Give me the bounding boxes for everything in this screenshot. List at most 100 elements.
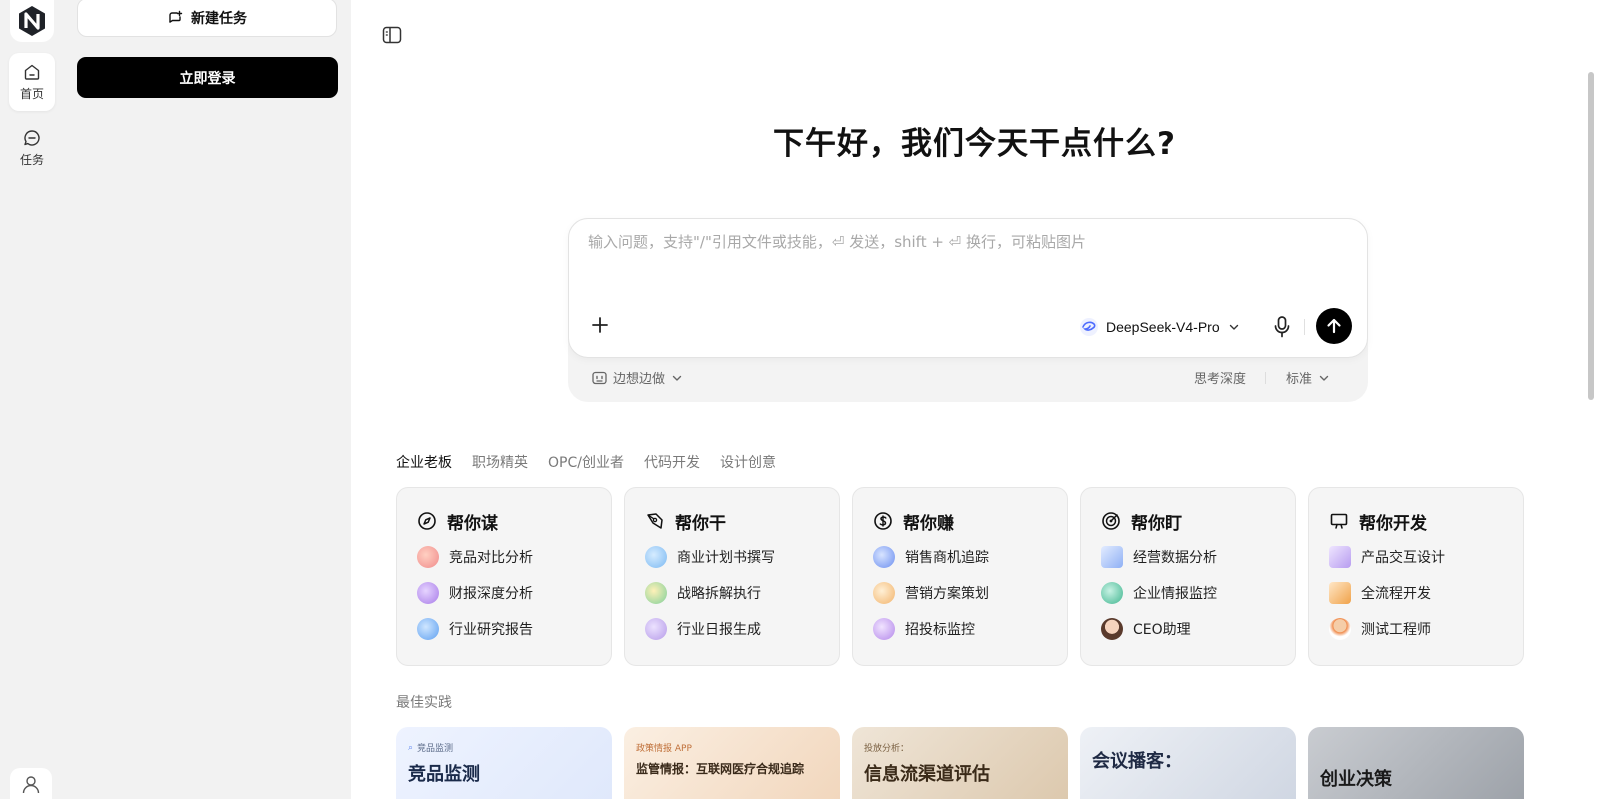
send-button[interactable] bbox=[1316, 308, 1352, 344]
tab-founder[interactable]: OPC/创业者 bbox=[548, 452, 624, 472]
card-item[interactable]: 营销方案策划 bbox=[873, 582, 1047, 604]
card-item-label: 商业计划书撰写 bbox=[677, 550, 775, 566]
depth-selector[interactable]: 标准 bbox=[1286, 368, 1330, 387]
target-icon bbox=[1102, 512, 1120, 530]
card-item[interactable]: 产品交互设计 bbox=[1329, 546, 1503, 568]
card-item-label: 测试工程师 bbox=[1361, 622, 1431, 638]
depth-value: 标准 bbox=[1286, 372, 1313, 387]
card-item-label: 经营数据分析 bbox=[1133, 550, 1217, 566]
card-title: 帮你赚 bbox=[873, 510, 1047, 534]
icon-rail: 首页 任务 bbox=[0, 0, 63, 799]
practice-title: 竞品监测 bbox=[408, 764, 480, 785]
card-item-label: 竞品对比分析 bbox=[449, 550, 533, 566]
card-item-label: 行业研究报告 bbox=[449, 622, 533, 638]
intel-monitor-icon bbox=[1101, 582, 1123, 604]
card-item-label: 企业情报监控 bbox=[1133, 586, 1217, 602]
microphone-icon bbox=[1274, 316, 1290, 338]
card-title: 帮你盯 bbox=[1101, 510, 1275, 534]
plus-icon bbox=[592, 317, 608, 333]
bidding-monitor-icon bbox=[873, 618, 895, 640]
deepseek-icon bbox=[1080, 318, 1098, 336]
tab-professional[interactable]: 职场精英 bbox=[472, 452, 528, 472]
card-title: 帮你开发 bbox=[1329, 510, 1503, 534]
compass-icon bbox=[418, 512, 436, 530]
login-label: 立即登录 bbox=[179, 70, 236, 87]
card-item[interactable]: 全流程开发 bbox=[1329, 582, 1503, 604]
finance-report-icon bbox=[417, 582, 439, 604]
card-item[interactable]: 销售商机追踪 bbox=[873, 546, 1047, 568]
card-title-text: 帮你开发 bbox=[1359, 513, 1427, 534]
mode-selector[interactable]: 边想边做 bbox=[592, 368, 683, 387]
card-item[interactable]: 竞品对比分析 bbox=[417, 546, 591, 568]
chevron-down-icon bbox=[672, 375, 682, 381]
app-logo[interactable] bbox=[10, 0, 54, 42]
attach-button[interactable] bbox=[588, 315, 612, 339]
model-selector[interactable]: DeepSeek-V4-Pro bbox=[1080, 315, 1240, 339]
practice-title: 信息流渠道评估 bbox=[864, 764, 990, 785]
best-practice-gallery: ⌕ 竞品监测 竞品监测 政策情报 APP 监管情报：互联网医疗合规追踪 投放分析：… bbox=[396, 727, 1524, 799]
card-execute: 帮你干 商业计划书撰写 战略拆解执行 行业日报生成 bbox=[624, 487, 840, 666]
dollar-icon bbox=[874, 512, 892, 530]
card-item[interactable]: 企业情报监控 bbox=[1101, 582, 1275, 604]
scrollbar[interactable] bbox=[1588, 72, 1594, 400]
practice-card[interactable]: 会议播客： bbox=[1080, 727, 1296, 799]
sales-tracking-icon bbox=[873, 546, 895, 568]
new-task-button[interactable]: 新建任务 bbox=[77, 0, 337, 37]
tab-design[interactable]: 设计创意 bbox=[720, 452, 776, 472]
fullstack-dev-icon bbox=[1329, 582, 1351, 604]
interaction-design-icon bbox=[1329, 546, 1351, 568]
card-item-label: 销售商机追踪 bbox=[905, 550, 989, 566]
rail-item-home[interactable]: 首页 bbox=[9, 53, 55, 111]
card-item[interactable]: 行业日报生成 bbox=[645, 618, 819, 640]
chat-icon bbox=[24, 129, 40, 146]
card-title-text: 帮你赚 bbox=[903, 513, 954, 534]
side-panel: 新建任务 立即登录 bbox=[63, 0, 351, 799]
chevron-down-icon bbox=[1229, 324, 1238, 330]
practice-card[interactable]: 投放分析： 信息流渠道评估 bbox=[852, 727, 1068, 799]
user-icon bbox=[22, 776, 40, 794]
card-item[interactable]: 测试工程师 bbox=[1329, 618, 1503, 640]
tab-boss[interactable]: 企业老板 bbox=[396, 452, 452, 472]
practice-card[interactable]: 创业决策 bbox=[1308, 727, 1524, 799]
login-button[interactable]: 立即登录 bbox=[77, 57, 338, 98]
user-avatar[interactable] bbox=[10, 768, 52, 799]
card-item-label: 行业日报生成 bbox=[677, 622, 761, 638]
card-plan: 帮你谋 竞品对比分析 财报深度分析 行业研究报告 bbox=[396, 487, 612, 666]
card-item-label: 产品交互设计 bbox=[1361, 550, 1445, 566]
industry-report-icon bbox=[417, 618, 439, 640]
chart-compare-icon bbox=[417, 546, 439, 568]
practice-card[interactable]: ⌕ 竞品监测 竞品监测 bbox=[396, 727, 612, 799]
card-title-text: 帮你谋 bbox=[447, 513, 498, 534]
card-item[interactable]: 经营数据分析 bbox=[1101, 546, 1275, 568]
card-item-label: 财报深度分析 bbox=[449, 586, 533, 602]
mode-label: 边想边做 bbox=[613, 372, 666, 387]
composer-box: DeepSeek-V4-Pro bbox=[568, 218, 1368, 358]
composer-options-bar: 边想边做 思考深度 标准 bbox=[568, 366, 1368, 390]
divider bbox=[1265, 372, 1266, 384]
card-item[interactable]: 财报深度分析 bbox=[417, 582, 591, 604]
card-item[interactable]: 招投标监控 bbox=[873, 618, 1047, 640]
sidebar-toggle-button[interactable] bbox=[382, 26, 402, 44]
card-watch: 帮你盯 经营数据分析 企业情报监控 CEO助理 bbox=[1080, 487, 1296, 666]
prompt-input[interactable] bbox=[588, 233, 1348, 251]
test-engineer-icon bbox=[1329, 618, 1351, 640]
practice-tag: 投放分析： bbox=[864, 744, 910, 754]
new-task-label: 新建任务 bbox=[191, 10, 247, 27]
rail-item-label: 首页 bbox=[19, 86, 44, 101]
card-title: 帮你干 bbox=[645, 510, 819, 534]
card-item[interactable]: 商业计划书撰写 bbox=[645, 546, 819, 568]
voice-input-button[interactable] bbox=[1271, 315, 1293, 339]
best-practice-label: 最佳实践 bbox=[396, 695, 452, 711]
data-analysis-icon bbox=[1101, 546, 1123, 568]
rail-item-tasks[interactable]: 任务 bbox=[9, 119, 55, 177]
tab-developer[interactable]: 代码开发 bbox=[644, 452, 700, 472]
card-item[interactable]: CEO助理 bbox=[1101, 618, 1275, 640]
practice-card[interactable]: 政策情报 APP 监管情报：互联网医疗合规追踪 bbox=[624, 727, 840, 799]
practice-title: 会议播客： bbox=[1092, 751, 1182, 772]
new-chat-icon bbox=[169, 10, 183, 23]
home-icon bbox=[24, 64, 40, 80]
card-item[interactable]: 行业研究报告 bbox=[417, 618, 591, 640]
card-item[interactable]: 战略拆解执行 bbox=[645, 582, 819, 604]
card-title-text: 帮你干 bbox=[675, 513, 726, 534]
daily-report-icon bbox=[645, 618, 667, 640]
